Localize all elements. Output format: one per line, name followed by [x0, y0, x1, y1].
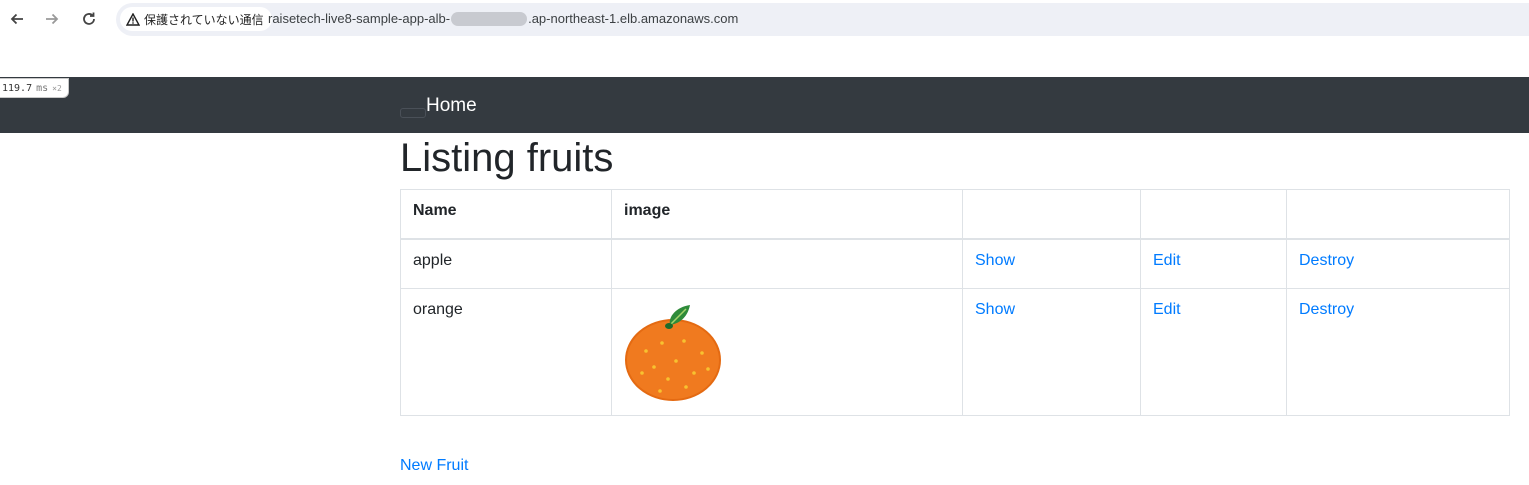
perf-value: 119.7 — [2, 82, 33, 94]
reload-icon[interactable] — [77, 7, 101, 31]
column-header-image: image — [611, 189, 963, 240]
destroy-link[interactable]: Destroy — [1299, 301, 1354, 318]
edit-link[interactable]: Edit — [1153, 252, 1181, 269]
perf-badge[interactable]: 119.7 ms ×2 — [0, 78, 69, 98]
column-header-show — [962, 189, 1141, 240]
url-suffix: .ap-northeast-1.elb.amazonaws.com — [528, 11, 739, 26]
destroy-link[interactable]: Destroy — [1299, 252, 1354, 269]
destroy-cell: Destroy — [1286, 238, 1510, 289]
security-chip[interactable]: 保護されていない通信 — [120, 7, 272, 31]
show-link[interactable]: Show — [975, 301, 1015, 318]
show-link[interactable]: Show — [975, 252, 1015, 269]
show-cell: Show — [962, 238, 1141, 289]
browser-toolbar: 保護されていない通信 raisetech-live8-sample-app-al… — [0, 0, 1529, 40]
perf-unit: ms — [36, 82, 49, 94]
perf-multiplier: ×2 — [52, 83, 62, 93]
app-navbar — [0, 77, 1529, 133]
page-title: Listing fruits — [400, 136, 614, 180]
table-row: apple Show Edit Destroy — [400, 238, 1510, 289]
url-prefix: raisetech-live8-sample-app-alb- — [268, 11, 451, 26]
column-header-edit — [1140, 189, 1287, 240]
redacted-segment — [451, 11, 528, 26]
fruit-image-cell — [611, 288, 963, 416]
column-header-destroy — [1286, 189, 1510, 240]
home-link[interactable]: Home — [426, 95, 477, 117]
column-header-name: Name — [400, 189, 612, 240]
new-fruit-link[interactable]: New Fruit — [400, 457, 468, 475]
fruit-name: apple — [400, 238, 612, 289]
fruit-image-cell — [611, 238, 963, 289]
destroy-cell: Destroy — [1286, 288, 1510, 416]
edit-cell: Edit — [1140, 288, 1287, 416]
fruits-table: Name image apple Show Edit Destroy orang… — [400, 189, 1510, 416]
edit-cell: Edit — [1140, 238, 1287, 289]
table-row: orange Show Edit Destroy — [400, 288, 1510, 416]
forward-arrow-icon[interactable] — [40, 7, 64, 31]
address-bar[interactable]: 保護されていない通信 raisetech-live8-sample-app-al… — [116, 3, 1529, 36]
warning-icon — [126, 12, 140, 26]
url-text: raisetech-live8-sample-app-alb- .ap-nort… — [268, 11, 738, 26]
orange-image — [625, 305, 721, 401]
fruit-name: orange — [400, 288, 612, 416]
security-label: 保護されていない通信 — [144, 12, 264, 27]
navbar-toggler[interactable] — [400, 108, 426, 118]
edit-link[interactable]: Edit — [1153, 301, 1181, 318]
back-arrow-icon[interactable] — [5, 7, 29, 31]
table-header-row: Name image — [400, 189, 1510, 240]
show-cell: Show — [962, 288, 1141, 416]
